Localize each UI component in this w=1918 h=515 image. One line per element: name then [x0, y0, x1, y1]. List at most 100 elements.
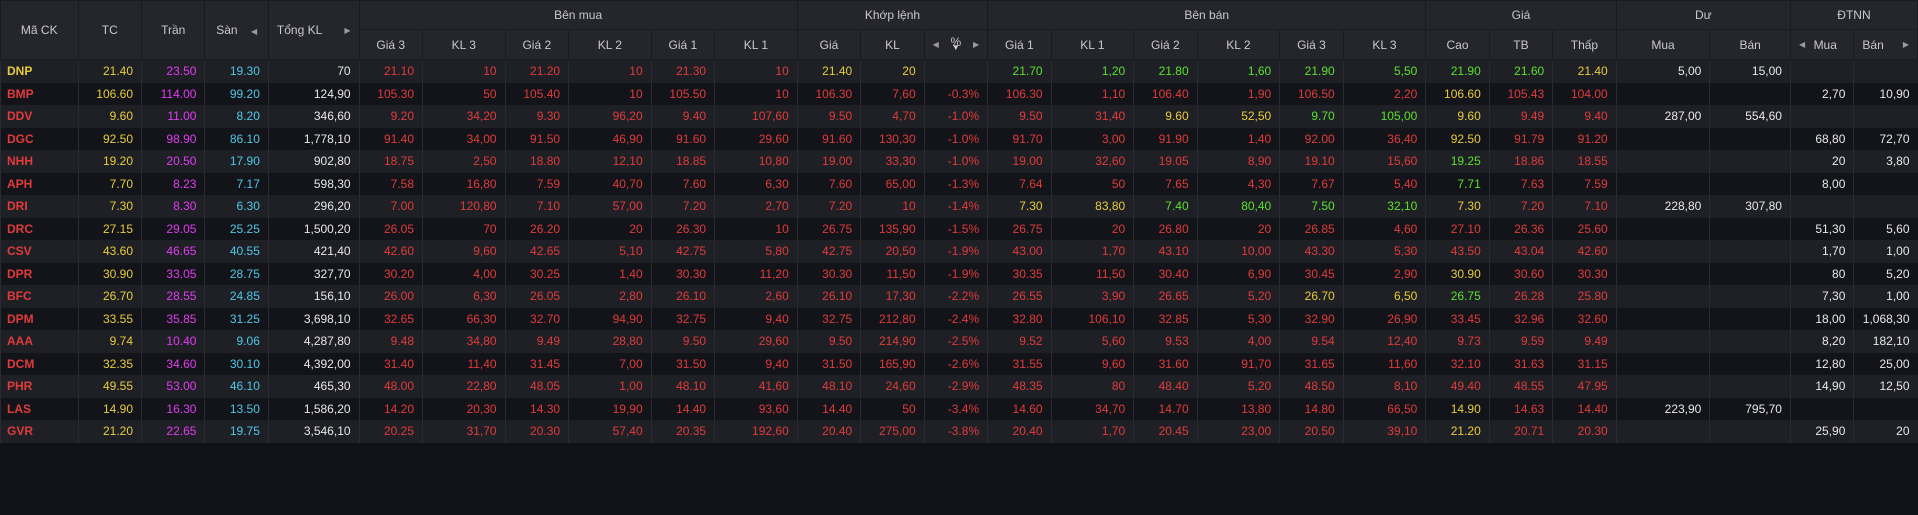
cell-sym[interactable]: DRI [0, 195, 79, 218]
col-foreign-buy[interactable]: ◀ Mua [1789, 29, 1855, 60]
cell-dm [1615, 375, 1710, 398]
col-foreign-sell[interactable]: Bán ▶ [1853, 29, 1918, 60]
cell-db: 554,60 [1709, 105, 1791, 128]
table-row[interactable]: BFC 26.70 28.55 24.85 156,10 26.00 6,30 26.05 2,… [0, 285, 1918, 308]
cell-sym[interactable]: AAA [0, 330, 79, 353]
scroll-left-icon[interactable]: ◀ [933, 40, 939, 49]
cell-dm [1615, 262, 1710, 285]
cell-tc: 27.15 [77, 217, 142, 240]
sort-desc-icon[interactable]: ▼ [952, 43, 960, 51]
scroll-right-icon[interactable]: ▶ [973, 40, 979, 49]
cell-sym[interactable]: CSV [0, 240, 79, 263]
cell-sym[interactable]: BFC [0, 285, 79, 308]
scroll-right-icon[interactable]: ▶ [1903, 40, 1909, 49]
table-row[interactable]: DPR 30.90 33.05 28.75 327,70 30.20 4,00 30.25 1,… [0, 262, 1918, 285]
table-row[interactable]: BMP 106.60 114.00 99.20 124,90 105.30 50 105.40… [0, 82, 1918, 105]
cell-s1: 26.55 [987, 285, 1052, 308]
cell-bk1: 2,60 [714, 285, 798, 308]
cell-sym[interactable]: PHR [0, 375, 79, 398]
cell-mk: 212,80 [860, 307, 925, 330]
cell-sym[interactable]: DGC [0, 127, 79, 150]
cell-cao: 21.20 [1425, 420, 1490, 443]
table-row[interactable]: DCM 32.35 34.60 30.10 4,392,00 31.40 11,40 31.4… [0, 352, 1918, 375]
col-floor[interactable]: Sàn ◀ [204, 0, 269, 60]
table-row[interactable]: APH 7.70 8.23 7.17 598,30 7.58 16,80 7.59 40,70 7… [0, 172, 1918, 195]
cell-tkl: 465,30 [267, 375, 360, 398]
table-row[interactable]: LAS 14.90 16.30 13.50 1,586,20 14.20 20,30 14.3… [0, 397, 1918, 420]
cell-pct: -1.0% [923, 150, 988, 173]
cell-b2: 7.10 [504, 195, 569, 218]
cell-sym[interactable]: DNP [0, 59, 79, 83]
cell-thap: 91.20 [1552, 127, 1617, 150]
cell-fm: 14,90 [1789, 375, 1854, 398]
cell-tran: 23.50 [140, 59, 205, 83]
table-row[interactable]: CSV 43.60 46.65 40.55 421,40 42.60 9,60 42.65 5,… [0, 240, 1918, 263]
cell-tb: 48.55 [1488, 375, 1553, 398]
cell-sym[interactable]: DRC [0, 217, 79, 240]
table-row[interactable]: NHH 19.20 20.50 17.90 902,80 18.75 2,50 18.80 12… [0, 150, 1918, 173]
scroll-left-icon[interactable]: ◀ [1799, 40, 1805, 49]
cell-mk: 214,90 [860, 330, 925, 353]
col-sell-vol-1: KL 1 [1050, 29, 1135, 60]
table-row[interactable]: DGC 92.50 98.90 86.10 1,778,10 91.40 34,00 91.5… [0, 127, 1918, 150]
table-row[interactable]: DNP 21.40 23.50 19.30 70 21.10 10 21.20 10 21.30 1… [0, 59, 1918, 83]
cell-s1: 32.80 [987, 307, 1052, 330]
cell-fb [1853, 397, 1918, 420]
cell-pct: -2.6% [923, 352, 988, 375]
cell-sym[interactable]: DPR [0, 262, 79, 285]
scroll-right-icon[interactable]: ▶ [344, 26, 350, 35]
cell-sk2: 1,40 [1196, 127, 1280, 150]
cell-sym[interactable]: NHH [0, 150, 79, 173]
cell-b1: 91.60 [650, 127, 715, 150]
table-row[interactable]: GVR 21.20 22.65 19.75 3,546,10 20.25 31,70 20.3… [0, 420, 1918, 443]
cell-sym[interactable]: APH [0, 172, 79, 195]
cell-mp: 21.40 [796, 59, 861, 83]
cell-sym[interactable]: DCM [0, 352, 79, 375]
table-row[interactable]: DDV 9.60 11.00 8.20 346,60 9.20 34,20 9.30 96,20… [0, 105, 1918, 128]
cell-fm: 8,20 [1789, 330, 1854, 353]
cell-s2: 9.60 [1133, 105, 1198, 128]
cell-s1: 30.35 [987, 262, 1052, 285]
cell-thap: 7.10 [1552, 195, 1617, 218]
table-row[interactable]: DRI 7.30 8.30 6.30 296,20 7.00 120,80 7.10 57,00… [0, 195, 1918, 218]
cell-s2: 19.05 [1133, 150, 1198, 173]
cell-db: 15,00 [1709, 59, 1791, 83]
col-floor-label: Sàn [216, 23, 238, 37]
cell-cao: 43.50 [1425, 240, 1490, 263]
col-buy-price-1: Giá 1 [650, 29, 716, 60]
cell-b3: 105.30 [358, 82, 423, 105]
cell-tkl: 1,500,20 [267, 217, 360, 240]
cell-fb: 72,70 [1853, 127, 1918, 150]
cell-sk1: 50 [1050, 172, 1134, 195]
cell-s1: 26.75 [987, 217, 1052, 240]
cell-fb: 5,20 [1853, 262, 1918, 285]
cell-dm [1615, 285, 1710, 308]
cell-bk3: 2,50 [422, 150, 506, 173]
cell-dm [1615, 217, 1710, 240]
table-row[interactable]: DRC 27.15 29.05 25.25 1,500,20 26.05 70 26.20 20… [0, 217, 1918, 240]
cell-sym[interactable]: DPM [0, 307, 79, 330]
cell-sk2: 23,00 [1196, 420, 1280, 443]
table-row[interactable]: DPM 33.55 35.85 31.25 3,698,10 32.65 66,30 32.7… [0, 307, 1918, 330]
col-total-volume[interactable]: Tổng KL ▶ [267, 0, 360, 60]
cell-fb [1853, 59, 1918, 83]
cell-s1: 9.50 [987, 105, 1052, 128]
cell-sym[interactable]: BMP [0, 82, 79, 105]
cell-pct: -1.9% [923, 262, 988, 285]
cell-bk2: 40,70 [568, 172, 652, 195]
cell-sk2: 5,20 [1196, 285, 1280, 308]
cell-sk1: 83,80 [1050, 195, 1134, 218]
cell-sym[interactable]: LAS [0, 397, 79, 420]
cell-dm: 223,90 [1615, 397, 1710, 420]
cell-s1: 106.30 [987, 82, 1052, 105]
cell-cao: 21.90 [1425, 59, 1490, 83]
col-match-pct[interactable]: ◀ % ▼ ▶ [923, 29, 989, 60]
cell-mk: 20,50 [860, 240, 925, 263]
cell-sym[interactable]: DDV [0, 105, 79, 128]
cell-db [1709, 420, 1791, 443]
scroll-left-icon[interactable]: ◀ [251, 27, 257, 36]
table-row[interactable]: AAA 9.74 10.40 9.06 4,287,80 9.48 34,80 9.49 28,… [0, 330, 1918, 353]
cell-b2: 32.70 [504, 307, 569, 330]
table-row[interactable]: PHR 49.55 53.00 46.10 465,30 48.00 22,80 48.05 1… [0, 375, 1918, 398]
cell-sym[interactable]: GVR [0, 420, 79, 443]
